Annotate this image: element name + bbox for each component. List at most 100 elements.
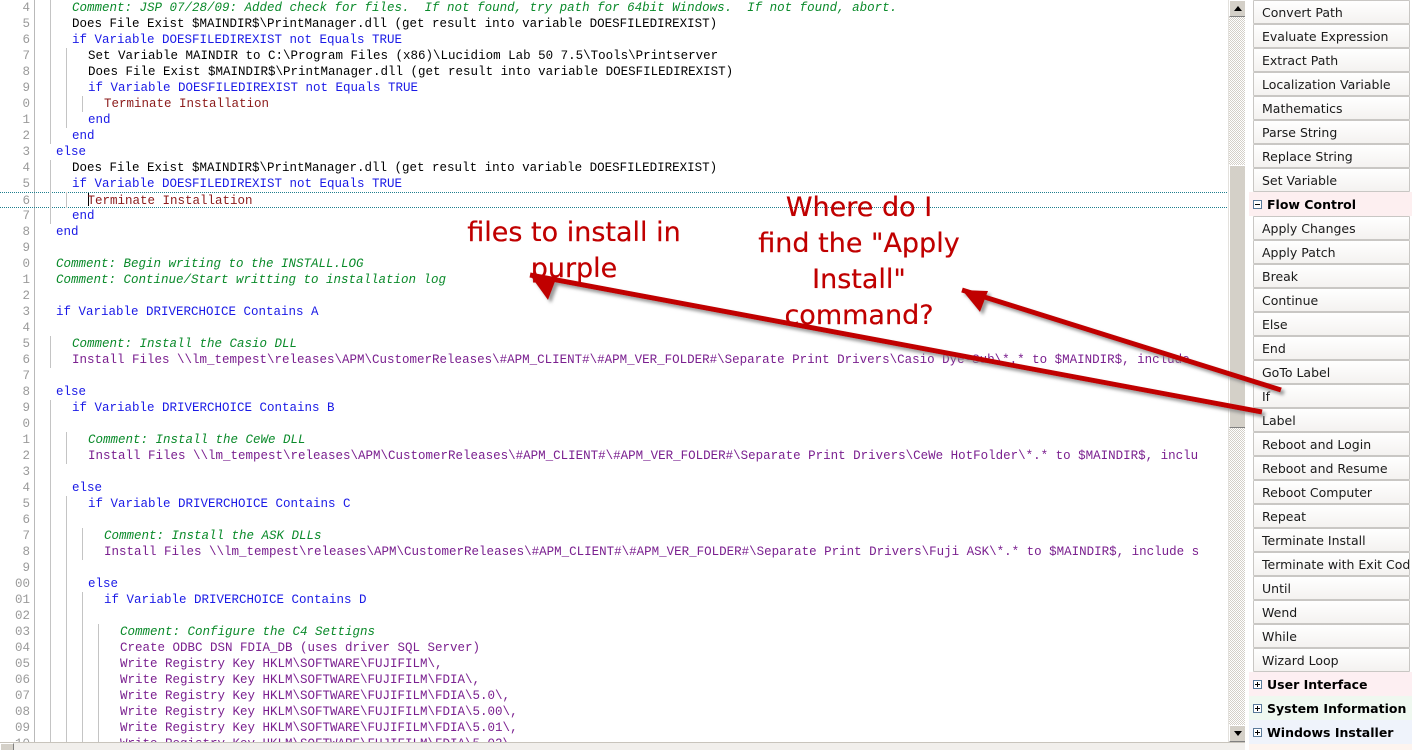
code-line[interactable]: 9 if Variable DRIVERCHOICE Contains B [0, 400, 1245, 416]
command-group-user-interface[interactable]: User Interface [1249, 672, 1412, 696]
command-item-terminate-install[interactable]: Terminate Install [1253, 528, 1410, 552]
code-line[interactable]: 5 if Variable DRIVERCHOICE Contains C [0, 496, 1245, 512]
code-line[interactable]: 9 [0, 560, 1245, 576]
editor-horizontal-scrollbar[interactable] [0, 742, 1245, 750]
command-group-label: Direct Execute [1267, 744, 1412, 750]
command-item-parse-string[interactable]: Parse String [1253, 120, 1410, 144]
vertical-scroll-thumb[interactable] [1229, 165, 1245, 428]
code-line[interactable]: 6 Install Files \\lm_tempest\releases\APM… [0, 352, 1245, 368]
expand-icon[interactable] [1253, 727, 1262, 737]
code-line[interactable]: 3 [0, 464, 1245, 480]
command-item-evaluate-expression[interactable]: Evaluate Expression [1253, 24, 1410, 48]
code-line[interactable]: 3 if Variable DRIVERCHOICE Contains A [0, 304, 1245, 320]
code-line[interactable]: 2 end [0, 128, 1245, 144]
collapse-icon[interactable] [1253, 199, 1262, 209]
code-line[interactable]: 8 Does File Exist $MAINDIR$\PrintManager.… [0, 64, 1245, 80]
code-line[interactable]: 08 Write Registry Key HKLM\SOFTWARE\FUJIF… [0, 704, 1245, 720]
code-line[interactable]: 04 Create ODBC DSN FDIA_DB (uses driver S… [0, 640, 1245, 656]
code-line[interactable]: 5 Comment: Install the Casio DLL [0, 336, 1245, 352]
code-line-text: Write Registry Key HKLM\SOFTWARE\FUJIFIL… [37, 688, 1245, 704]
command-item-convert-path[interactable]: Convert Path [1253, 0, 1410, 24]
code-line[interactable]: 0 [0, 416, 1245, 432]
code-line[interactable]: 7 Set Variable MAINDIR to C:\Program File… [0, 48, 1245, 64]
command-item-replace-string[interactable]: Replace String [1253, 144, 1410, 168]
command-item-repeat[interactable]: Repeat [1253, 504, 1410, 528]
code-text-area[interactable]: 4 Comment: JSP 07/28/09: Added check for … [0, 0, 1245, 742]
code-line[interactable]: 3 else [0, 144, 1245, 160]
code-line[interactable]: 7 [0, 368, 1245, 384]
code-line[interactable]: 06 Write Registry Key HKLM\SOFTWARE\FUJIF… [0, 672, 1245, 688]
line-number: 3 [0, 464, 34, 480]
code-line[interactable]: 05 Write Registry Key HKLM\SOFTWARE\FUJIF… [0, 656, 1245, 672]
code-line-text [37, 608, 1245, 624]
code-line[interactable]: 9 if Variable DOESFILEDIREXIST not Equals… [0, 80, 1245, 96]
command-item-wend[interactable]: Wend [1253, 600, 1410, 624]
code-line[interactable]: 4 Does File Exist $MAINDIR$\PrintManager.… [0, 160, 1245, 176]
code-line[interactable]: 5 Does File Exist $MAINDIR$\PrintManager.… [0, 16, 1245, 32]
line-number: 2 [0, 128, 34, 144]
code-token: if Variable DOESFILEDIREXIST not Equals … [88, 81, 419, 95]
expand-icon[interactable] [1253, 703, 1262, 713]
command-item-terminate-with-exit-code[interactable]: Terminate with Exit Code [1253, 552, 1410, 576]
code-line[interactable]: 07 Write Registry Key HKLM\SOFTWARE\FUJIF… [0, 688, 1245, 704]
command-item-set-variable[interactable]: Set Variable [1253, 168, 1410, 192]
code-line[interactable]: 00 else [0, 576, 1245, 592]
command-item-apply-changes[interactable]: Apply Changes [1253, 216, 1410, 240]
command-group-flow-control[interactable]: Flow Control [1249, 192, 1412, 216]
command-group-system-information[interactable]: System Information [1249, 696, 1412, 720]
command-item-if[interactable]: If [1253, 384, 1410, 408]
command-item-localization-variable[interactable]: Localization Variable [1253, 72, 1410, 96]
command-item-reboot-and-resume[interactable]: Reboot and Resume [1253, 456, 1410, 480]
code-line[interactable]: 5 if Variable DOESFILEDIREXIST not Equals… [0, 176, 1245, 192]
command-group-windows-installer[interactable]: Windows Installer [1249, 720, 1412, 744]
code-line[interactable]: 6 Terminate Installation [0, 192, 1245, 208]
command-item-reboot-and-login[interactable]: Reboot and Login [1253, 432, 1410, 456]
chevron-up-icon [1233, 6, 1242, 11]
code-line[interactable]: 1 end [0, 112, 1245, 128]
command-item-apply-patch[interactable]: Apply Patch [1253, 240, 1410, 264]
line-number: 9 [0, 80, 34, 96]
command-group-direct-execute[interactable]: Direct Execute [1249, 744, 1412, 750]
command-item-while[interactable]: While [1253, 624, 1410, 648]
code-line[interactable]: 2 [0, 288, 1245, 304]
code-line[interactable]: 01 if Variable DRIVERCHOICE Contains D [0, 592, 1245, 608]
editor-vertical-scrollbar[interactable] [1228, 0, 1245, 742]
scroll-down-button[interactable] [1229, 725, 1245, 742]
command-item-continue[interactable]: Continue [1253, 288, 1410, 312]
scroll-up-button[interactable] [1229, 0, 1245, 17]
code-line[interactable]: 4 Comment: JSP 07/28/09: Added check for … [0, 0, 1245, 16]
command-item-label: GoTo Label [1262, 365, 1331, 380]
expand-icon[interactable] [1253, 679, 1262, 689]
command-item-mathematics[interactable]: Mathematics [1253, 96, 1410, 120]
code-line[interactable]: 8 Install Files \\lm_tempest\releases\APM… [0, 544, 1245, 560]
code-line-text: end [37, 128, 1245, 144]
code-line[interactable]: 02 [0, 608, 1245, 624]
code-line[interactable]: 6 if Variable DOESFILEDIREXIST not Equals… [0, 32, 1245, 48]
code-editor-pane[interactable]: 4 Comment: JSP 07/28/09: Added check for … [0, 0, 1245, 750]
code-line[interactable]: 7 Comment: Install the ASK DLLs [0, 528, 1245, 544]
code-line[interactable]: 03 Comment: Configure the C4 Settigns [0, 624, 1245, 640]
command-item-break[interactable]: Break [1253, 264, 1410, 288]
command-item-label[interactable]: Label [1253, 408, 1410, 432]
code-line[interactable]: 6 [0, 512, 1245, 528]
command-item-reboot-computer[interactable]: Reboot Computer [1253, 480, 1410, 504]
command-list-panel[interactable]: Convert Path Evaluate Expression Extract P… [1245, 0, 1412, 750]
code-line[interactable]: 4 [0, 320, 1245, 336]
code-line[interactable]: 8 else [0, 384, 1245, 400]
code-token: else [56, 145, 87, 159]
code-line[interactable]: 09 Write Registry Key HKLM\SOFTWARE\FUJIF… [0, 720, 1245, 736]
command-item-until[interactable]: Until [1253, 576, 1410, 600]
horizontal-scroll-thumb[interactable] [0, 743, 14, 750]
code-token: end [88, 113, 111, 127]
code-line[interactable]: 0 Terminate Installation [0, 96, 1245, 112]
command-item-else[interactable]: Else [1253, 312, 1410, 336]
code-line-text: Write Registry Key HKLM\SOFTWARE\FUJIFIL… [37, 656, 1245, 672]
command-item-wizard-loop[interactable]: Wizard Loop [1253, 648, 1410, 672]
code-line[interactable]: 2 Install Files \\lm_tempest\releases\APM… [0, 448, 1245, 464]
command-item-extract-path[interactable]: Extract Path [1253, 48, 1410, 72]
line-number: 6 [0, 193, 34, 207]
command-item-end[interactable]: End [1253, 336, 1410, 360]
command-item-goto-label[interactable]: GoTo Label [1253, 360, 1410, 384]
code-line[interactable]: 1 Comment: Install the CeWe DLL [0, 432, 1245, 448]
code-line[interactable]: 4 else [0, 480, 1245, 496]
